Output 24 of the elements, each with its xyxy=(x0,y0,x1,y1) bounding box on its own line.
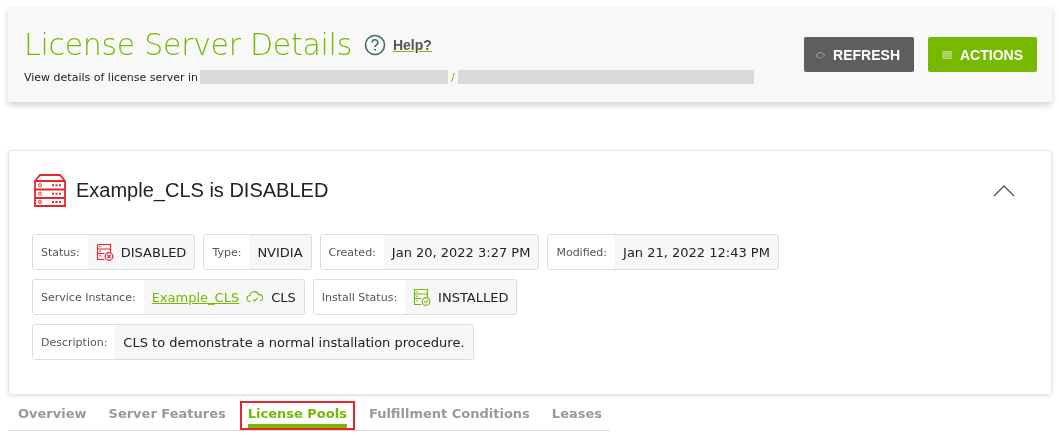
tab[interactable]: Leases xyxy=(551,404,602,428)
path-separator: / xyxy=(451,70,455,84)
field-value: CLS to demonstrate a normal installation procedure. xyxy=(123,334,465,350)
collapse-icon[interactable] xyxy=(993,184,1015,197)
service-instance-link[interactable]: Example_CLS xyxy=(151,289,240,305)
server-title: Example_CLS is DISABLED xyxy=(76,179,330,202)
tab[interactable]: Fulfillment Conditions xyxy=(368,404,530,428)
field-value: NVIDIA xyxy=(257,244,303,260)
cloud-check-icon xyxy=(246,290,265,304)
actions-button[interactable]: ACTIONS xyxy=(928,37,1037,72)
field-value: INSTALLED xyxy=(438,289,509,305)
help-link[interactable]: Help? xyxy=(392,36,432,53)
tab[interactable]: License Pools xyxy=(247,404,347,428)
field-value: DISABLED xyxy=(120,244,187,260)
page-title: License Server Details xyxy=(24,27,352,62)
field-value: Jan 21, 2022 12:43 PM xyxy=(623,244,770,260)
tab[interactable]: Server Features xyxy=(108,404,226,428)
subtitle: View details of license server in xyxy=(24,70,199,84)
field-value: Jan 20, 2022 3:27 PM xyxy=(391,244,531,260)
refresh-button[interactable]: REFRESH xyxy=(804,37,914,72)
tab[interactable]: Overview xyxy=(18,404,87,428)
menu-icon xyxy=(942,48,952,61)
field-value: CLS xyxy=(271,289,296,305)
help-icon[interactable] xyxy=(363,33,386,56)
